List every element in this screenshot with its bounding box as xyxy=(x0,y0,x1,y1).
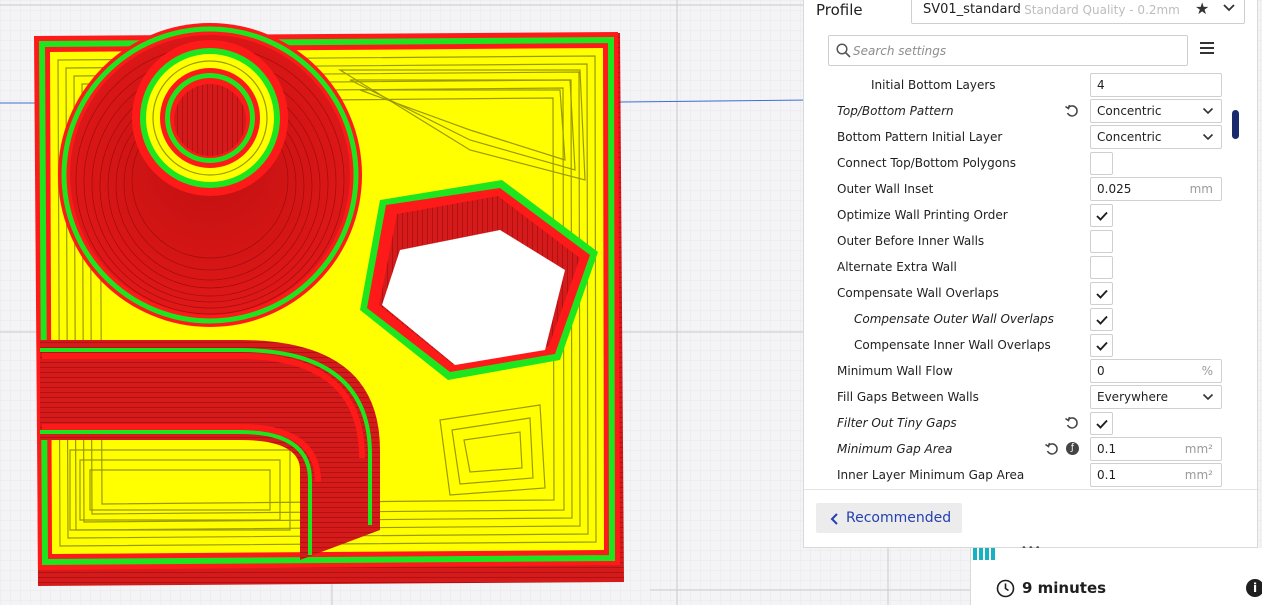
checkmark-icon xyxy=(1096,341,1108,351)
profile-label: Profile xyxy=(816,1,863,19)
setting-label: Outer Before Inner Walls xyxy=(837,234,985,248)
reset-icon[interactable] xyxy=(1044,441,1060,457)
checkbox-unchecked[interactable] xyxy=(1090,256,1113,279)
checkmark-icon xyxy=(1096,419,1108,429)
setting-label: Fill Gaps Between Walls xyxy=(837,390,979,404)
checkmark-icon xyxy=(1096,289,1108,299)
setting-row[interactable]: Compensate Inner Wall Overlaps xyxy=(804,332,1244,358)
setting-row[interactable]: Alternate Extra Wall xyxy=(804,254,1244,280)
setting-selected-value: Concentric xyxy=(1097,104,1162,118)
setting-row[interactable]: Minimum Gap Area ƒ 0.1 mm² xyxy=(804,436,1244,462)
setting-row[interactable]: Inner Layer Minimum Gap Area 0.1 mm² xyxy=(804,462,1244,488)
sliced-model xyxy=(34,23,624,586)
settings-scrollbar[interactable] xyxy=(1232,110,1239,139)
search-icon xyxy=(836,43,851,58)
checkbox-checked[interactable] xyxy=(1090,282,1113,305)
chevron-down-icon xyxy=(1202,133,1214,141)
print-info-panel: 9 minutes i xyxy=(970,548,1262,605)
setting-row[interactable]: Fill Gaps Between Walls Everywhere xyxy=(804,384,1244,410)
setting-value: 0.1 xyxy=(1097,468,1117,482)
info-icon[interactable]: i xyxy=(1246,579,1262,597)
setting-label: Compensate Inner Wall Overlaps xyxy=(854,338,1051,352)
setting-value-field[interactable]: 0.025 mm xyxy=(1090,177,1222,201)
checkbox-checked[interactable] xyxy=(1090,334,1113,357)
setting-row[interactable]: Bottom Pattern Initial Layer Concentric xyxy=(804,124,1244,150)
setting-value-field[interactable]: 4 xyxy=(1090,73,1222,97)
setting-value: 0.1 xyxy=(1097,442,1117,456)
setting-value-field[interactable]: 0.1 mm² xyxy=(1090,463,1222,487)
search-placeholder: Search settings xyxy=(853,44,947,58)
cone-hole xyxy=(174,84,246,156)
clock-icon xyxy=(996,579,1015,598)
print-settings-panel: Profile SV01_standard - Standard Quality… xyxy=(803,0,1259,548)
setting-value: 4 xyxy=(1097,78,1105,92)
setting-label: Optimize Wall Printing Order xyxy=(837,208,1008,222)
print-time: 9 minutes xyxy=(1022,579,1107,597)
setting-label: Compensate Outer Wall Overlaps xyxy=(854,312,1054,326)
checkbox-unchecked[interactable] xyxy=(1090,230,1113,253)
setting-label: Top/Bottom Pattern xyxy=(837,104,954,118)
recommended-label: Recommended xyxy=(846,510,952,526)
panel-divider xyxy=(804,489,1259,490)
checkbox-checked[interactable] xyxy=(1090,412,1113,435)
setting-label: Compensate Wall Overlaps xyxy=(837,286,999,300)
setting-label: Minimum Wall Flow xyxy=(837,364,953,378)
setting-row[interactable]: Compensate Wall Overlaps xyxy=(804,280,1244,306)
star-icon[interactable]: ★ xyxy=(1195,0,1209,18)
setting-unit: mm xyxy=(1189,182,1213,196)
setting-dropdown[interactable]: Concentric xyxy=(1090,99,1222,123)
function-icon[interactable]: ƒ xyxy=(1066,442,1079,455)
setting-row[interactable]: Top/Bottom Pattern Concentric xyxy=(804,98,1244,124)
recommended-button[interactable]: Recommended xyxy=(816,503,962,533)
setting-label: Outer Wall Inset xyxy=(837,182,934,196)
search-settings-input[interactable]: Search settings xyxy=(828,35,1188,66)
menu-icon[interactable] xyxy=(1200,42,1214,57)
checkmark-icon xyxy=(1096,315,1108,325)
setting-label: Alternate Extra Wall xyxy=(837,260,957,274)
setting-row[interactable]: Initial Bottom Layers 4 xyxy=(804,72,1244,98)
setting-dropdown[interactable]: Concentric xyxy=(1090,125,1222,149)
setting-label: Minimum Gap Area xyxy=(837,442,953,456)
layer-slider-strip xyxy=(973,548,997,560)
checkmark-icon xyxy=(1096,211,1108,221)
chevron-left-icon xyxy=(830,513,838,525)
chevron-down-icon xyxy=(1202,107,1214,115)
setting-label: Bottom Pattern Initial Layer xyxy=(837,130,1003,144)
setting-label: Filter Out Tiny Gaps xyxy=(837,416,957,430)
setting-row[interactable]: Filter Out Tiny Gaps xyxy=(804,410,1244,436)
profile-name: SV01_standard xyxy=(923,2,1021,17)
chevron-down-icon xyxy=(1202,393,1214,401)
setting-label: Inner Layer Minimum Gap Area xyxy=(837,468,1025,482)
setting-label: Initial Bottom Layers xyxy=(871,78,996,92)
setting-row[interactable]: Connect Top/Bottom Polygons xyxy=(804,150,1244,176)
setting-selected-value: Concentric xyxy=(1097,130,1162,144)
reset-icon[interactable] xyxy=(1064,103,1080,119)
setting-value-field[interactable]: 0.1 mm² xyxy=(1090,437,1222,461)
setting-row[interactable]: Outer Wall Inset 0.025 mm xyxy=(804,176,1244,202)
setting-value-field[interactable]: 0% xyxy=(1090,359,1222,383)
setting-label: Connect Top/Bottom Polygons xyxy=(837,156,1016,170)
setting-value: 0 xyxy=(1097,364,1105,378)
profile-description: - Standard Quality - 0.2mm xyxy=(1016,3,1180,17)
reset-icon[interactable] xyxy=(1064,415,1080,431)
setting-row[interactable]: Optimize Wall Printing Order xyxy=(804,202,1244,228)
setting-selected-value: Everywhere xyxy=(1097,390,1168,404)
checkbox-checked[interactable] xyxy=(1090,204,1113,227)
setting-value: 0.025 xyxy=(1097,182,1132,196)
setting-row[interactable]: Compensate Outer Wall Overlaps xyxy=(804,306,1244,332)
checkbox-unchecked[interactable] xyxy=(1090,152,1113,175)
chevron-down-icon[interactable] xyxy=(1222,1,1236,15)
setting-unit: % xyxy=(1201,364,1213,378)
setting-unit: mm² xyxy=(1184,442,1213,456)
profile-selector[interactable]: SV01_standard - Standard Quality - 0.2mm… xyxy=(911,0,1245,24)
checkbox-checked[interactable] xyxy=(1090,308,1113,331)
setting-row[interactable]: Minimum Wall Flow 0% xyxy=(804,358,1244,384)
setting-dropdown[interactable]: Everywhere xyxy=(1090,385,1222,409)
setting-unit: mm² xyxy=(1184,468,1213,482)
setting-row[interactable]: Outer Before Inner Walls xyxy=(804,228,1244,254)
settings-list[interactable]: Initial Bottom Layers 4 Top/Bottom Pattern… xyxy=(804,72,1259,490)
